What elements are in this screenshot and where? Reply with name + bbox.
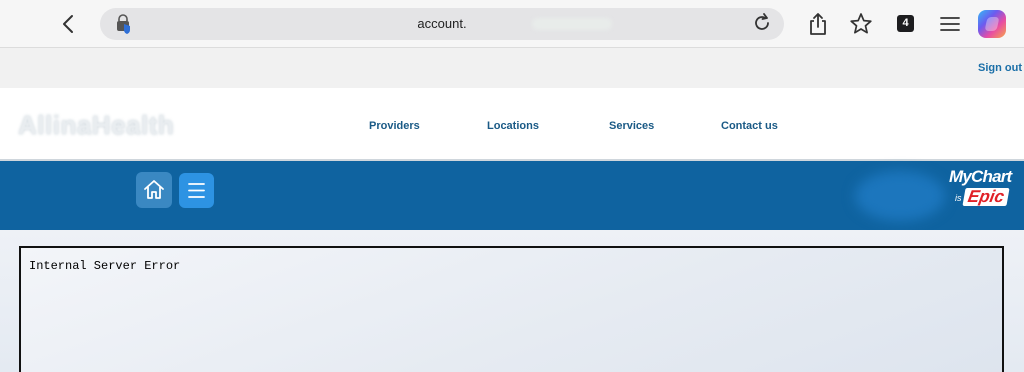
tabs-icon[interactable]: 4 — [897, 15, 914, 32]
home-button[interactable] — [136, 172, 172, 208]
url-redaction — [532, 18, 612, 30]
main-menu-button[interactable] — [179, 173, 214, 208]
utility-bar: Sign out — [0, 48, 1024, 88]
tab-count-label: 4 — [902, 17, 909, 29]
brand-logo[interactable]: AllinaHealth — [18, 110, 174, 141]
bookmark-star-icon[interactable] — [849, 11, 873, 37]
sign-out-link[interactable]: Sign out — [978, 62, 1022, 74]
mychart-header: MyChart is Epic — [0, 161, 1024, 230]
error-message: Internal Server Error — [29, 259, 181, 273]
nav-services[interactable]: Services — [609, 120, 654, 132]
home-icon — [144, 180, 164, 199]
reload-icon[interactable] — [751, 12, 773, 34]
mychart-logo-text: MyChart — [949, 167, 1012, 186]
hamburger-menu-icon — [188, 183, 205, 198]
logo-is-text: is — [955, 193, 962, 203]
nav-contact-us[interactable]: Contact us — [721, 120, 778, 132]
url-text: account. — [417, 16, 467, 31]
nav-locations[interactable]: Locations — [487, 120, 539, 132]
menu-icon[interactable] — [938, 11, 962, 37]
error-frame: Internal Server Error — [19, 246, 1004, 372]
copilot-icon[interactable] — [978, 10, 1006, 38]
browser-toolbar: account. 4 — [0, 0, 1024, 48]
nav-providers[interactable]: Providers — [369, 120, 420, 132]
back-icon[interactable] — [58, 12, 80, 36]
share-icon[interactable] — [806, 11, 830, 37]
site-header: AllinaHealth Providers Locations Service… — [0, 88, 1024, 161]
mychart-epic-logo: MyChart is Epic — [949, 167, 1019, 211]
redacted-region — [855, 171, 945, 221]
main-content: Internal Server Error — [0, 230, 1024, 372]
epic-logo-text: Epic — [962, 187, 1010, 206]
address-bar[interactable]: account. — [100, 8, 784, 40]
